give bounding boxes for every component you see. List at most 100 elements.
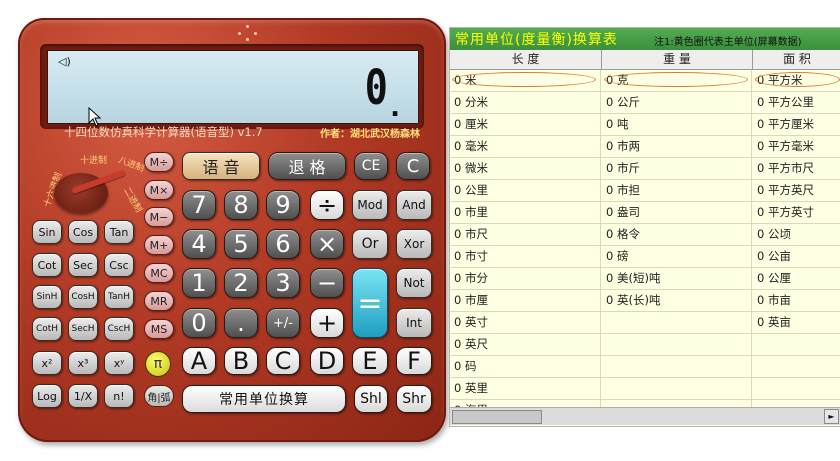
divide-button[interactable]: ÷ [310, 190, 344, 220]
shift-left-button[interactable]: Shl [354, 385, 388, 413]
sign-toggle-button[interactable]: +/- [266, 308, 300, 338]
table-cell-area[interactable] [753, 378, 840, 399]
digit-3-button[interactable]: 3 [266, 268, 300, 298]
scroll-right-arrow-icon[interactable]: ► [824, 409, 839, 424]
and-button[interactable]: And [396, 190, 432, 220]
table-cell-length[interactable]: 0 码 [450, 356, 601, 377]
table-cell-weight[interactable]: 0 市担 [602, 180, 752, 201]
table-cell-length[interactable]: 0 厘米 [450, 114, 601, 135]
decimal-point-button[interactable]: . [224, 308, 258, 338]
mem-add-button[interactable]: M+ [144, 235, 174, 255]
table-cell-length[interactable]: 0 市寸 [450, 246, 601, 267]
digit-7-button[interactable]: 7 [182, 190, 216, 220]
sin-button[interactable]: Sin [32, 220, 62, 244]
table-cell-weight[interactable] [602, 378, 752, 399]
table-cell-area[interactable]: 0 英亩 [753, 312, 840, 333]
shift-right-button[interactable]: Shr [396, 385, 432, 413]
column-header-area[interactable]: 面 积 [753, 50, 840, 69]
mem-recall-button[interactable]: MR [144, 291, 174, 311]
table-cell-weight[interactable]: 0 盎司 [602, 202, 752, 223]
tanh-button[interactable]: TanH [104, 285, 134, 309]
mem-clear-button[interactable]: MC [144, 263, 174, 283]
table-cell-weight[interactable]: 0 市斤 [602, 158, 752, 179]
column-header-length[interactable]: 长 度 [450, 50, 602, 69]
digit-0-button[interactable]: 0 [182, 308, 216, 338]
hex-d-button[interactable]: D [310, 347, 344, 375]
table-cell-length[interactable]: 0 米 [450, 70, 601, 91]
table-cell-weight[interactable]: 0 公斤 [602, 92, 752, 113]
csch-button[interactable]: CscH [104, 317, 134, 341]
equals-button[interactable]: = [352, 268, 388, 338]
clear-entry-button[interactable]: CE [354, 152, 388, 180]
digit-8-button[interactable]: 8 [224, 190, 258, 220]
table-cell-area[interactable]: 0 平方米 [753, 70, 840, 91]
square-button[interactable]: x² [32, 351, 62, 375]
digit-9-button[interactable]: 9 [266, 190, 300, 220]
or-button[interactable]: Or [352, 229, 388, 259]
hex-f-button[interactable]: F [396, 347, 432, 375]
table-cell-area[interactable]: 0 平方毫米 [753, 136, 840, 157]
mem-multiply-button[interactable]: M× [144, 180, 174, 200]
table-cell-weight[interactable]: 0 市两 [602, 136, 752, 157]
clear-button[interactable]: C [396, 152, 430, 180]
table-cell-area[interactable]: 0 公亩 [753, 246, 840, 267]
tan-button[interactable]: Tan [104, 220, 134, 244]
table-cell-area[interactable]: 0 平方英尺 [753, 180, 840, 201]
digit-2-button[interactable]: 2 [224, 268, 258, 298]
xor-button[interactable]: Xor [396, 229, 432, 259]
cos-button[interactable]: Cos [68, 220, 98, 244]
digit-4-button[interactable]: 4 [182, 229, 216, 259]
hex-c-button[interactable]: C [266, 347, 300, 375]
digit-6-button[interactable]: 6 [266, 229, 300, 259]
column-header-weight[interactable]: 重 量 [602, 50, 753, 69]
table-cell-length[interactable]: 0 市尺 [450, 224, 601, 245]
table-cell-length[interactable]: 0 公里 [450, 180, 601, 201]
table-cell-area[interactable]: 0 平方英寸 [753, 202, 840, 223]
digit-1-button[interactable]: 1 [182, 268, 216, 298]
table-cell-weight[interactable]: 0 克 [602, 70, 752, 91]
table-cell-weight[interactable]: 0 格令 [602, 224, 752, 245]
table-cell-weight[interactable] [602, 334, 752, 355]
log-button[interactable]: Log [32, 384, 62, 408]
cot-button[interactable]: Cot [32, 253, 62, 277]
mem-divide-button[interactable]: M÷ [144, 152, 174, 172]
table-cell-weight[interactable]: 0 美(短)吨 [602, 268, 752, 289]
coth-button[interactable]: CotH [32, 317, 62, 341]
multiply-button[interactable]: × [310, 229, 344, 259]
not-button[interactable]: Not [396, 268, 432, 298]
voice-button[interactable]: 语 音 [182, 152, 260, 180]
digit-5-button[interactable]: 5 [224, 229, 258, 259]
table-cell-length[interactable]: 0 英尺 [450, 334, 601, 355]
table-cell-length[interactable]: 0 分米 [450, 92, 601, 113]
table-cell-area[interactable]: 0 公顷 [753, 224, 840, 245]
table-cell-length[interactable]: 0 市厘 [450, 290, 601, 311]
pi-button[interactable]: π [145, 351, 171, 377]
hex-b-button[interactable]: B [224, 347, 258, 375]
cosh-button[interactable]: CosH [68, 285, 98, 309]
factorial-button[interactable]: n! [104, 384, 134, 408]
sech-button[interactable]: SecH [68, 317, 98, 341]
mem-subtract-button[interactable]: M− [144, 207, 174, 227]
table-cell-weight[interactable] [602, 356, 752, 377]
table-cell-length[interactable]: 0 市分 [450, 268, 601, 289]
table-cell-area[interactable]: 0 平方市尺 [753, 158, 840, 179]
table-cell-length[interactable]: 0 市里 [450, 202, 601, 223]
sec-button[interactable]: Sec [68, 253, 98, 277]
table-cell-area[interactable]: 0 平方公里 [753, 92, 840, 113]
table-cell-area[interactable]: 0 市亩 [753, 290, 840, 311]
horizontal-scrollbar[interactable]: ► [450, 407, 840, 425]
csc-button[interactable]: Csc [104, 253, 134, 277]
int-button[interactable]: Int [396, 308, 432, 338]
table-cell-weight[interactable] [602, 312, 752, 333]
hex-a-button[interactable]: A [182, 347, 216, 375]
table-cell-length[interactable]: 0 英寸 [450, 312, 601, 333]
sinh-button[interactable]: SinH [32, 285, 62, 309]
table-cell-length[interactable]: 0 英里 [450, 378, 601, 399]
scrollbar-thumb[interactable] [452, 410, 542, 424]
subtract-button[interactable]: − [310, 268, 344, 298]
table-cell-area[interactable] [753, 334, 840, 355]
angle-mode-button[interactable]: 角|弧 [144, 385, 174, 407]
table-cell-length[interactable]: 0 毫米 [450, 136, 601, 157]
power-button[interactable]: xʸ [104, 351, 134, 375]
table-cell-weight[interactable]: 0 吨 [602, 114, 752, 135]
